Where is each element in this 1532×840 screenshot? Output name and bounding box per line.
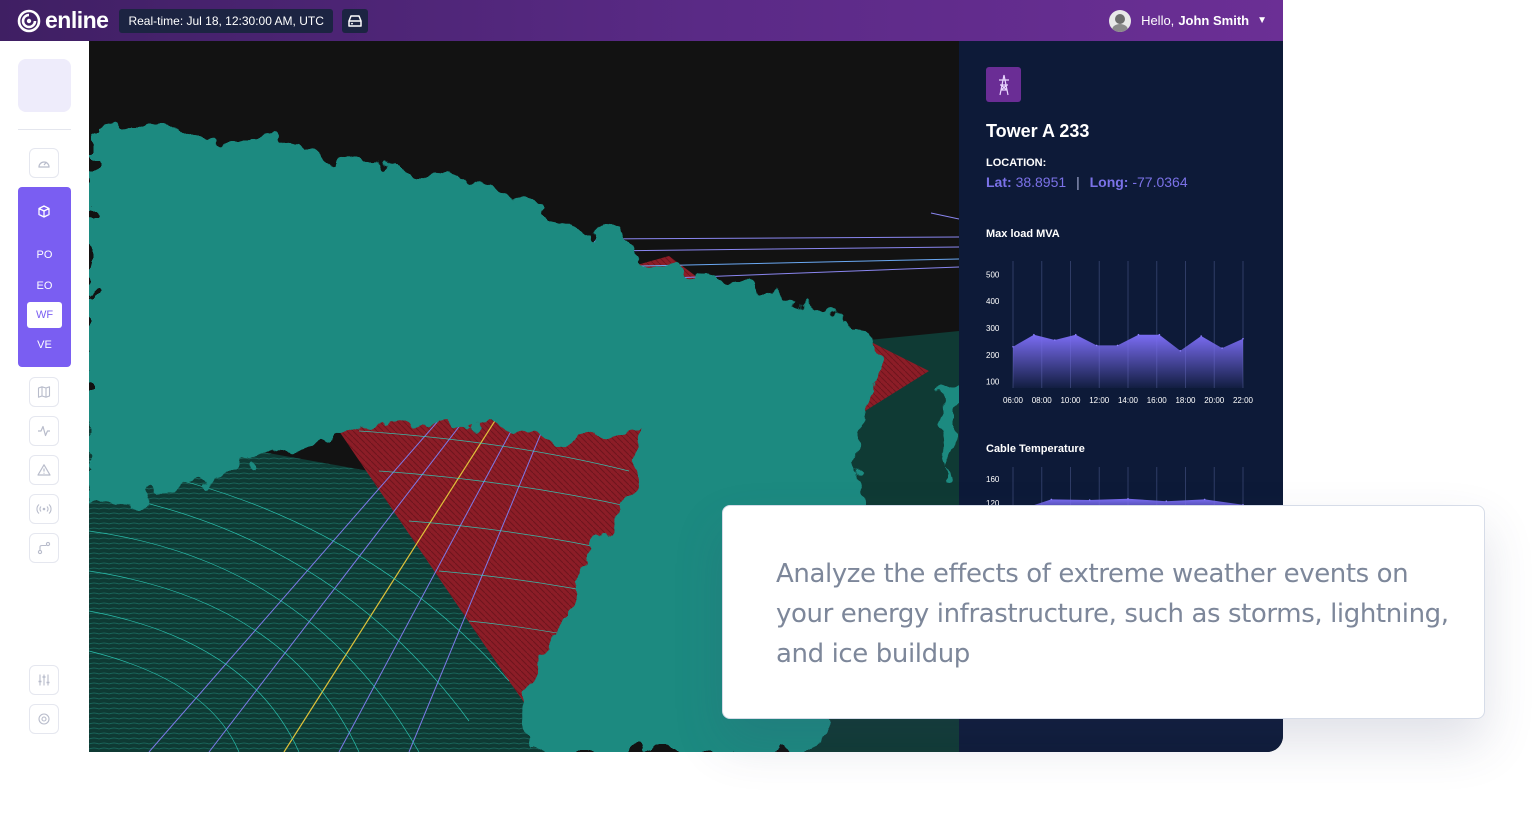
data-point <box>1127 498 1129 500</box>
sliders-icon <box>38 674 50 686</box>
settings-icon <box>38 713 50 725</box>
data-point <box>1050 498 1053 501</box>
analysis-menu-group: PO EO WF VE <box>18 187 71 367</box>
menu-item-wf[interactable]: WF <box>27 302 62 328</box>
y-tick-label: 500 <box>986 270 1000 279</box>
chevron-down-icon: ▼ <box>1257 15 1267 26</box>
route-icon <box>37 541 51 555</box>
broadcast-icon <box>36 504 52 514</box>
max-load-chart: 100 200 300 400 500 06:00 08:00 10:00 12:00 14:00… <box>986 261 1254 405</box>
lat-value: 38.8951 <box>1015 174 1067 190</box>
data-point <box>1054 339 1056 341</box>
sidebar-logo-tile[interactable] <box>18 59 71 112</box>
long-label: Long: <box>1089 174 1129 190</box>
tower-name: Tower A 233 <box>986 121 1090 141</box>
coordinates: Lat: 38.8951 | Long: -77.0364 <box>986 174 1188 190</box>
coord-separator: | <box>1076 174 1080 190</box>
y-tick-label: 100 <box>986 378 1000 387</box>
data-point <box>1116 344 1119 347</box>
analysis-button[interactable] <box>33 201 55 228</box>
sensors-button[interactable] <box>29 494 59 524</box>
settings-button[interactable] <box>29 704 59 734</box>
data-point <box>1179 349 1182 352</box>
x-tick-label: 22:00 <box>1233 396 1254 405</box>
dashboard-button[interactable] <box>29 148 59 178</box>
menu-item-ve[interactable]: VE <box>18 339 71 351</box>
activity-button[interactable] <box>29 416 59 446</box>
enline-logo-icon <box>17 9 41 32</box>
data-point <box>1088 499 1091 501</box>
x-tick-label: 16:00 <box>1147 396 1168 405</box>
y-tick-label: 400 <box>986 297 1000 306</box>
y-tick-label: 160 <box>986 475 1000 484</box>
cube-icon <box>38 205 50 218</box>
data-point <box>1095 344 1098 347</box>
data-point <box>1033 333 1035 336</box>
activity-icon <box>38 425 50 437</box>
brand-name: enline <box>45 7 109 33</box>
x-tick-label: 12:00 <box>1089 396 1110 405</box>
routes-button[interactable] <box>29 533 59 563</box>
storage-button[interactable] <box>341 8 368 33</box>
brand-logo[interactable]: enline <box>17 7 109 34</box>
data-point <box>1203 498 1206 501</box>
long-value: -77.0364 <box>1132 174 1188 190</box>
x-tick-label: 10:00 <box>1060 396 1081 405</box>
x-tick-label: 14:00 <box>1118 396 1139 405</box>
x-tick-label: 20:00 <box>1204 396 1225 405</box>
data-point <box>1012 345 1014 348</box>
data-point <box>1137 333 1140 336</box>
transmission-tower-icon <box>986 67 1021 102</box>
avatar <box>1109 9 1132 32</box>
realtime-clock: Real-time: Jul 18, 12:30:00 AM, UTC <box>119 8 333 33</box>
y-tick-label: 200 <box>986 351 1000 360</box>
data-point <box>1165 500 1168 502</box>
x-tick-label: 08:00 <box>1032 396 1053 405</box>
top-bar: enline Real-time: Jul 18, 12:30:00 AM, U… <box>0 0 1283 41</box>
warning-icon <box>37 464 51 476</box>
alerts-button[interactable] <box>29 455 59 485</box>
filters-button[interactable] <box>29 665 59 695</box>
map-icon <box>37 386 51 398</box>
data-point <box>1221 347 1223 349</box>
menu-item-po[interactable]: PO <box>18 249 71 261</box>
callout-text: Analyze the effects of extreme weather e… <box>776 559 1449 669</box>
data-point <box>1158 333 1161 336</box>
location-label: LOCATION: <box>986 157 1047 169</box>
hard-drive-icon <box>348 14 362 27</box>
gauge-icon <box>38 161 50 168</box>
x-tick-label: 18:00 <box>1175 396 1196 405</box>
menu-item-eo[interactable]: EO <box>18 280 71 292</box>
feature-callout-card: Analyze the effects of extreme weather e… <box>722 505 1485 719</box>
sidebar: PO EO WF VE <box>0 41 89 752</box>
greeting-label: Hello, <box>1141 13 1175 28</box>
data-point <box>1074 333 1077 336</box>
chart-title-cable-temp: Cable Temperature <box>986 443 1085 455</box>
x-tick-label: 06:00 <box>1003 396 1024 405</box>
sidebar-divider <box>18 129 71 130</box>
user-menu[interactable]: Hello, John Smith ▼ <box>1109 0 1267 41</box>
chart-title-max-load: Max load MVA <box>986 228 1060 240</box>
user-name: John Smith <box>1178 13 1250 28</box>
data-point <box>1200 335 1202 337</box>
y-tick-label: 300 <box>986 324 1000 333</box>
data-area <box>1013 334 1243 388</box>
lat-label: Lat: <box>986 174 1012 190</box>
data-point <box>1242 337 1244 340</box>
map-button[interactable] <box>29 377 59 407</box>
